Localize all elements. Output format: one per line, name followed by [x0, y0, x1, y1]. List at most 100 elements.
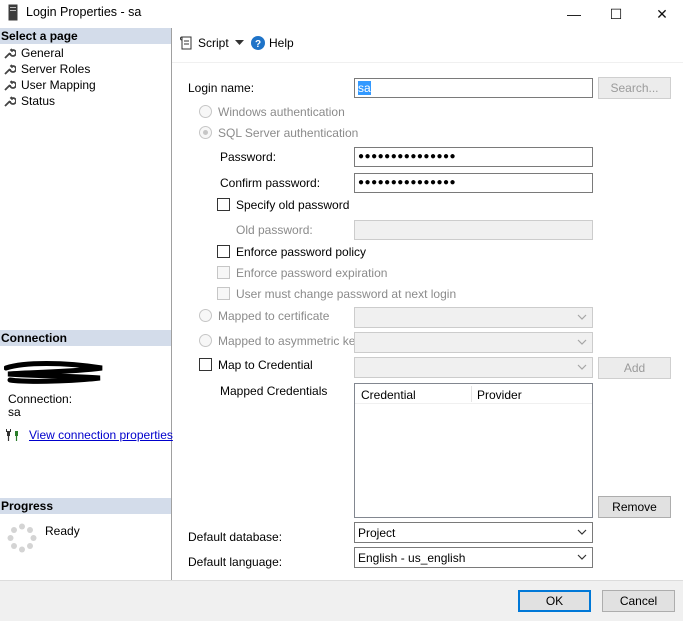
default-language-dropdown[interactable]: English - us_english	[354, 547, 593, 568]
add-button-label: Add	[623, 361, 646, 375]
minimize-button[interactable]: —	[551, 0, 597, 28]
page-item-user-mapping[interactable]: User Mapping	[4, 78, 96, 92]
chevron-down-icon	[577, 554, 587, 560]
server-icon	[8, 4, 18, 21]
page-item-label: Server Roles	[21, 62, 91, 76]
close-icon: ✕	[656, 5, 668, 22]
credential-dropdown[interactable]	[354, 357, 593, 378]
login-name-label: Login name:	[188, 81, 255, 95]
wrench-icon	[4, 80, 16, 91]
close-button[interactable]: ✕	[639, 0, 683, 28]
redacted-server-name	[4, 361, 103, 384]
must-change-password-checkbox[interactable]	[217, 287, 230, 300]
dialog-footer: OK Cancel	[0, 580, 683, 621]
script-label: Script	[198, 36, 229, 50]
password-input[interactable]: ●●●●●●●●●●●●●●●	[354, 147, 593, 167]
map-to-credential-label: Map to Credential	[218, 358, 313, 372]
ok-button-label: OK	[545, 594, 564, 608]
cancel-button[interactable]: Cancel	[602, 590, 675, 612]
mapped-credentials-list[interactable]: Credential Provider	[354, 383, 593, 518]
confirm-password-label: Confirm password:	[220, 176, 321, 190]
confirm-password-value: ●●●●●●●●●●●●●●●	[358, 177, 457, 188]
default-database-value: Project	[358, 525, 396, 540]
password-label: Password:	[220, 150, 277, 164]
confirm-password-input[interactable]: ●●●●●●●●●●●●●●●	[354, 173, 593, 193]
svg-text:?: ?	[255, 39, 261, 50]
must-change-password-label: User must change password at next login	[236, 287, 457, 301]
column-header-provider[interactable]: Provider	[477, 388, 522, 402]
chevron-down-icon	[577, 529, 587, 535]
enforce-password-policy-checkbox[interactable]	[217, 245, 230, 258]
wrench-icon	[4, 96, 16, 107]
toolbar-divider	[172, 62, 683, 63]
column-header-credential[interactable]: Credential	[361, 388, 416, 402]
toolbar: Script ? Help	[172, 28, 683, 62]
default-database-dropdown[interactable]: Project	[354, 522, 593, 543]
mapped-credentials-label: Mapped Credentials	[220, 384, 328, 398]
enforce-password-policy-label: Enforce password policy	[236, 245, 367, 259]
default-database-label: Default database:	[188, 530, 283, 544]
cancel-button-label: Cancel	[619, 594, 658, 608]
add-credential-button[interactable]: Add	[598, 357, 671, 379]
chevron-down-icon	[577, 314, 587, 320]
page-item-label: User Mapping	[21, 78, 96, 92]
minimize-icon: —	[567, 6, 581, 22]
connection-label: Connection:	[8, 392, 73, 406]
old-password-input[interactable]	[354, 220, 593, 240]
column-divider[interactable]	[471, 386, 472, 402]
select-page-header: Select a page	[0, 28, 171, 44]
password-value: ●●●●●●●●●●●●●●●	[358, 151, 457, 162]
sql-auth-label: SQL Server authentication	[218, 126, 359, 140]
enforce-password-expiration-checkbox[interactable]	[217, 266, 230, 279]
wrench-icon	[4, 48, 16, 59]
help-button[interactable]: ? Help	[251, 36, 294, 50]
asymmetric-key-dropdown[interactable]	[354, 332, 593, 353]
script-button[interactable]: Script	[180, 36, 229, 50]
default-language-value: English - us_english	[358, 550, 466, 565]
mapped-asymmetric-key-radio[interactable]	[199, 334, 212, 347]
map-to-credential-checkbox[interactable]	[199, 358, 212, 371]
windows-auth-label: Windows authentication	[218, 105, 345, 119]
connection-header: Connection	[0, 330, 171, 346]
script-dropdown-icon[interactable]	[235, 40, 244, 46]
windows-auth-radio[interactable]	[199, 105, 212, 118]
wrench-icon	[4, 64, 16, 75]
mapped-asymmetric-key-label: Mapped to asymmetric key	[218, 334, 362, 348]
enforce-password-expiration-label: Enforce password expiration	[236, 266, 388, 280]
script-icon	[180, 36, 192, 50]
specify-old-password-checkbox[interactable]	[217, 198, 230, 211]
view-connection-properties-link[interactable]: View connection properties	[29, 428, 173, 442]
search-button-label: Search...	[610, 81, 659, 95]
help-icon: ?	[251, 36, 265, 50]
chevron-down-icon	[577, 364, 587, 370]
page-item-general[interactable]: General	[4, 46, 64, 60]
progress-header: Progress	[0, 498, 171, 514]
remove-button-label: Remove	[612, 500, 657, 514]
sql-auth-radio[interactable]	[199, 126, 212, 139]
page-item-server-roles[interactable]: Server Roles	[4, 62, 90, 76]
connection-value: sa	[8, 405, 21, 419]
title-bar: Login Properties - sa — ☐ ✕	[0, 0, 683, 28]
old-password-label: Old password:	[236, 223, 313, 237]
login-name-value: sa	[358, 81, 371, 95]
progress-spinner-icon	[7, 523, 37, 553]
page-item-label: General	[21, 46, 64, 60]
mapped-certificate-radio[interactable]	[199, 309, 212, 322]
connection-properties-icon	[6, 429, 18, 441]
page-item-label: Status	[21, 94, 56, 108]
default-language-label: Default language:	[188, 555, 283, 569]
specify-old-password-label: Specify old password	[236, 198, 350, 212]
maximize-icon: ☐	[609, 5, 623, 22]
remove-credential-button[interactable]: Remove	[598, 496, 671, 518]
search-button[interactable]: Search...	[598, 77, 671, 99]
chevron-down-icon	[577, 339, 587, 345]
maximize-button[interactable]: ☐	[593, 0, 639, 28]
window-title: Login Properties - sa	[26, 5, 142, 19]
login-name-input[interactable]: sa	[354, 78, 593, 98]
credentials-list-header: Credential Provider	[355, 384, 592, 404]
help-label: Help	[269, 36, 294, 50]
page-item-status[interactable]: Status	[4, 94, 55, 108]
ok-button[interactable]: OK	[518, 590, 591, 612]
progress-status: Ready	[45, 524, 80, 538]
certificate-dropdown[interactable]	[354, 307, 593, 328]
